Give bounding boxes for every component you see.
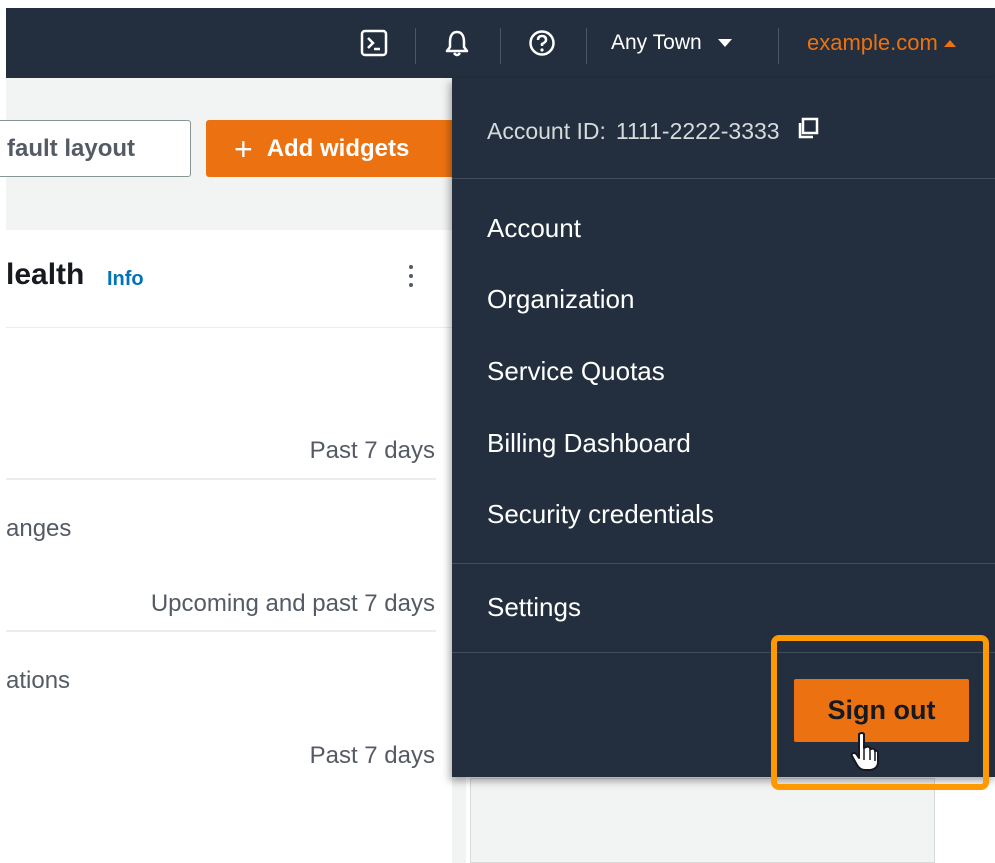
plus-icon: + bbox=[234, 130, 253, 167]
nav-separator bbox=[415, 28, 416, 64]
reset-default-layout-label: fault layout bbox=[7, 134, 136, 162]
account-id: Account ID: 1111-2222-3333 bbox=[487, 116, 820, 146]
menu-item-billing-dashboard[interactable]: Billing Dashboard bbox=[487, 428, 691, 459]
add-widgets-label: Add widgets bbox=[266, 134, 410, 162]
cloudshell-icon[interactable] bbox=[360, 8, 388, 78]
row-divider bbox=[6, 478, 436, 480]
nav-separator bbox=[586, 28, 587, 64]
region-selector[interactable]: Any Town bbox=[611, 8, 732, 78]
widget-header-divider bbox=[6, 327, 452, 328]
menu-item-service-quotas[interactable]: Service Quotas bbox=[487, 356, 665, 387]
row-3-label[interactable]: ations bbox=[6, 667, 70, 695]
add-widgets-button[interactable]: + Add widgets bbox=[206, 120, 466, 177]
account-id-value: 1111-2222-3333 bbox=[615, 117, 780, 144]
hand-pointer-cursor-icon bbox=[850, 732, 880, 777]
widget-title: lealth bbox=[6, 258, 85, 291]
reset-default-layout-button[interactable]: fault layout bbox=[0, 120, 191, 177]
widget-actions-kebab-icon[interactable] bbox=[406, 262, 416, 292]
region-label: Any Town bbox=[611, 31, 702, 54]
menu-divider bbox=[452, 178, 995, 179]
adjacent-widget-panel bbox=[470, 778, 935, 863]
account-menu-toggle[interactable]: example.com bbox=[807, 8, 956, 78]
chevron-down-icon bbox=[717, 39, 732, 47]
sign-out-label: Sign out bbox=[827, 695, 936, 725]
menu-item-settings[interactable]: Settings bbox=[487, 592, 581, 623]
account-id-label: Account ID: bbox=[487, 117, 606, 144]
row-divider bbox=[6, 630, 436, 632]
menu-item-security-credentials[interactable]: Security credentials bbox=[487, 499, 714, 530]
menu-divider bbox=[452, 563, 995, 564]
menu-item-organization[interactable]: Organization bbox=[487, 284, 634, 315]
row-1-timeframe: Past 7 days bbox=[309, 437, 435, 464]
nav-separator bbox=[500, 28, 501, 64]
row-3-timeframe: Past 7 days bbox=[309, 742, 435, 769]
menu-item-account[interactable]: Account bbox=[487, 213, 581, 244]
nav-separator bbox=[778, 28, 779, 64]
sign-out-button[interactable]: Sign out bbox=[794, 679, 969, 742]
caret-up-icon bbox=[943, 39, 956, 47]
info-link[interactable]: Info bbox=[107, 268, 144, 291]
bell-icon[interactable] bbox=[444, 8, 470, 78]
account-name-label: example.com bbox=[807, 30, 938, 55]
top-navigation-bar: Any Town example.com bbox=[6, 8, 995, 78]
help-icon[interactable] bbox=[528, 8, 556, 78]
copy-icon[interactable] bbox=[796, 116, 820, 146]
row-2-label[interactable]: anges bbox=[6, 515, 71, 543]
row-2-timeframe: Upcoming and past 7 days bbox=[150, 590, 435, 617]
